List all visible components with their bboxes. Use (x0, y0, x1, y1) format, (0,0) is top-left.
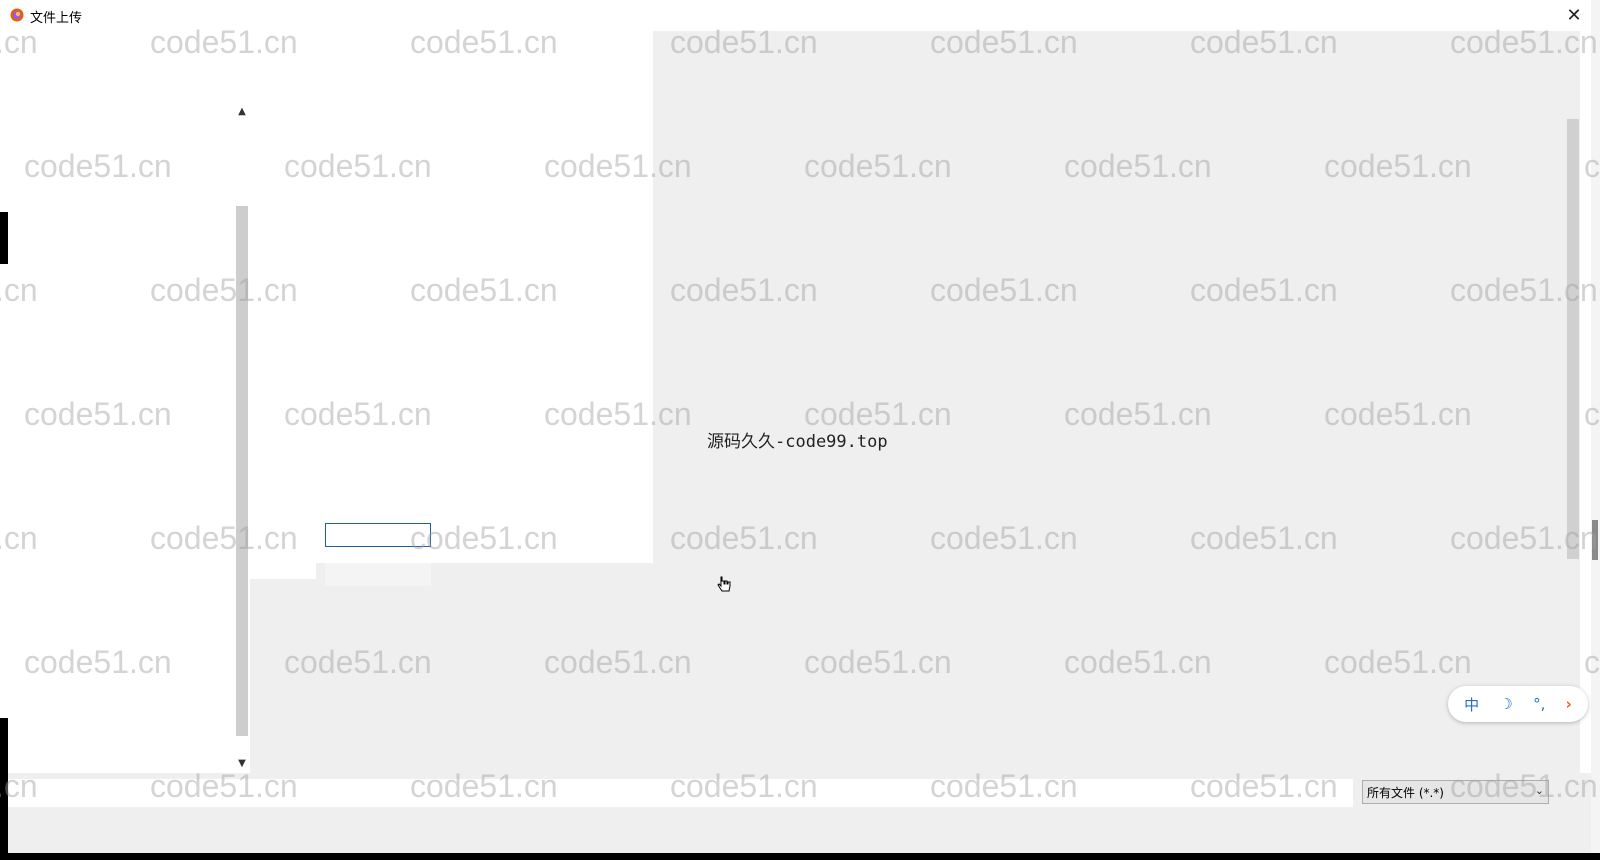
file-list-panel (250, 31, 653, 563)
scrollbar-thumb[interactable] (1567, 119, 1579, 559)
navigation-pane[interactable] (8, 31, 248, 773)
firefox-icon (10, 8, 24, 22)
filename-input[interactable] (8, 779, 1353, 807)
background-scrollbar-thumb (1592, 520, 1598, 560)
taskbar-edge (8, 853, 1600, 860)
dialog-footer: 所有文件 (*.*) ⌄ (8, 773, 1591, 853)
center-caption: 源码久久-code99.top (707, 432, 888, 452)
file-type-label: 所有文件 (*.*) (1367, 786, 1444, 800)
file-type-select[interactable]: 所有文件 (*.*) ⌄ (1362, 780, 1549, 804)
scrollbar-thumb[interactable] (236, 206, 248, 736)
window-title: 文件上传 (30, 11, 83, 26)
file-item-placeholder (250, 563, 316, 579)
ime-mode-toggle[interactable]: 中 (1464, 694, 1479, 715)
file-item-placeholder (325, 563, 431, 586)
chevron-down-icon[interactable]: ▼ (234, 756, 250, 772)
desktop-fragment (0, 212, 8, 264)
chevron-down-icon: ⌄ (1534, 784, 1544, 797)
title-bar: 文件上传 ✕ (8, 0, 1591, 31)
left-screen-edge (0, 0, 8, 860)
close-button[interactable]: ✕ (1561, 2, 1587, 28)
chevron-right-icon[interactable]: › (1566, 695, 1572, 713)
punctuation-icon[interactable]: °, (1533, 695, 1545, 713)
desktop-fragment (0, 718, 8, 860)
file-list-scrollbar[interactable] (1566, 119, 1580, 771)
chevron-up-icon[interactable]: ▲ (234, 104, 250, 120)
hand-cursor-icon (717, 576, 731, 592)
close-icon: ✕ (1566, 4, 1582, 26)
right-screen-edge (1590, 0, 1600, 860)
file-list-area[interactable]: 源码久久-code99.top (250, 31, 1580, 773)
navigation-scrollbar[interactable]: ▲ ▼ (234, 104, 250, 772)
file-upload-dialog: 文件上传 ✕ ▲ ▼ 源码久久-code99.top 所有文件 (*.*) ⌄ (8, 0, 1591, 853)
moon-icon[interactable]: ☽ (1499, 695, 1512, 713)
ime-toolbar[interactable]: 中 ☽ °, › (1448, 686, 1588, 722)
rename-input[interactable] (325, 523, 431, 547)
